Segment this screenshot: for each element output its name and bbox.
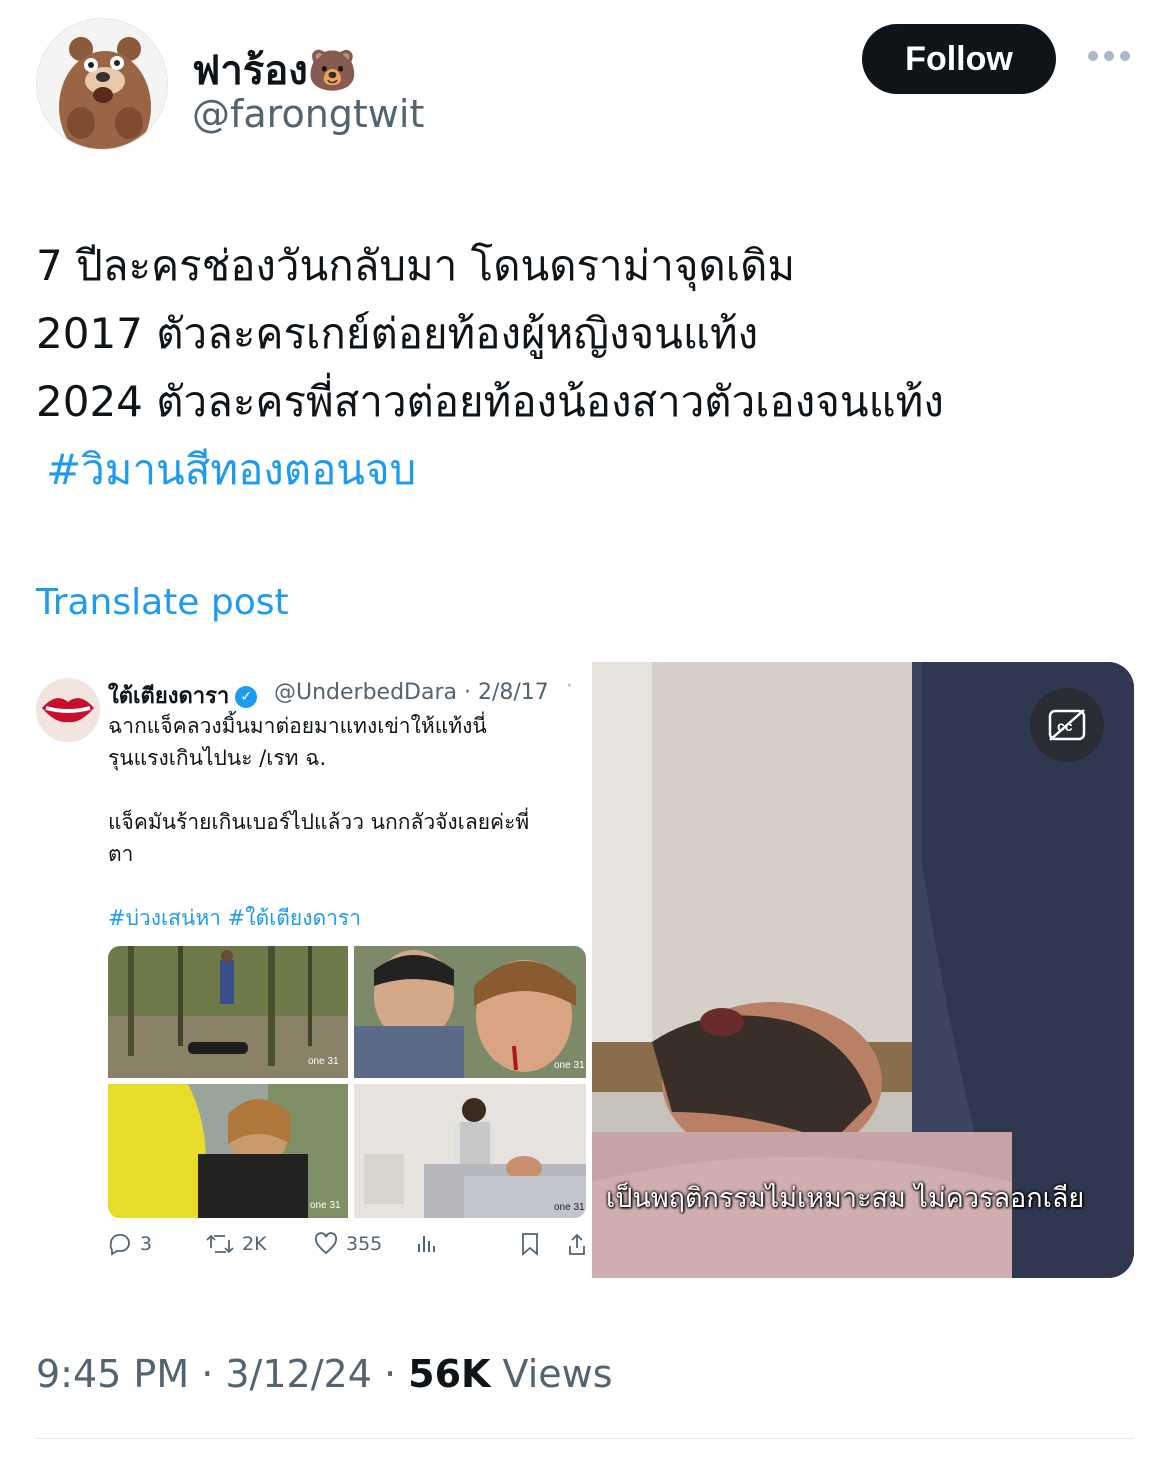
verified-badge-icon: ✓ [235, 686, 258, 708]
tweet-date[interactable]: 3/12/24 [225, 1352, 372, 1396]
quoted-text: ฉากแจ็คลวงมิ้นมาต่อยมาแทงเข่าให้แท้งนี่ … [108, 710, 586, 870]
quoted-line-blank [108, 774, 586, 806]
views-bar-icon [418, 1236, 435, 1252]
closeup-scene-image: one 31 [354, 946, 586, 1078]
tweet-line: 2017 ตัวละครเกย์ต่อยท้องผู้หญิงจนแท้ง [36, 309, 759, 358]
channel-watermark: one 31 [308, 1056, 339, 1067]
share-icon [569, 1233, 585, 1255]
tweet-meta: 9:45 PM · 3/12/24 · 56K Views [36, 1352, 613, 1396]
video-player[interactable]: cc เป็นพฤติกรรมไม่เหมาะสม ไม่ควรลอกเลีย [592, 662, 1134, 1278]
quoted-line: แจ็คมันร้ายเกินเบอร์ไปแล้วว นกกลัวจังเลย… [108, 810, 530, 834]
reply-icon [109, 1234, 130, 1256]
retweet-count: 2K [242, 1233, 267, 1255]
captions-off-icon[interactable]: cc [1030, 688, 1104, 762]
more-dots-icon: · [566, 674, 573, 699]
more-dots-icon[interactable] [1084, 36, 1134, 76]
like-count: 355 [346, 1233, 383, 1255]
tweet-header: ฟาร้อง🐻 @farongtwit Follow [36, 18, 1136, 158]
tweet-hashtag-link[interactable]: #วิมานสีทองตอนจบ [36, 436, 1136, 504]
channel-watermark: one 31 [554, 1202, 585, 1213]
quoted-actions-bar: 3 2K 355 [108, 1232, 586, 1262]
quoted-image-grid: one 31 one 31 one 31 one 31 [108, 946, 586, 1218]
like-icon [314, 1232, 338, 1255]
bookmark-icon [522, 1233, 538, 1256]
tweet-line: 2024 ตัวละครพี่สาวต่อยท้องน้องสาวตัวเองจ… [36, 377, 944, 426]
divider [36, 1438, 1134, 1439]
author-handle[interactable]: @farongtwit [192, 92, 424, 136]
channel-watermark: one 31 [554, 1060, 585, 1071]
tweet-time[interactable]: 9:45 PM [36, 1352, 189, 1396]
video-subtitle: เป็นพฤติกรรมไม่เหมาะสม ไม่ควรลอกเลีย [606, 1183, 1085, 1214]
follow-button[interactable]: Follow [862, 24, 1056, 94]
quoted-handle-date: @UnderbedDara · 2/8/17 [274, 680, 549, 705]
bedroom-scene-image: one 31 [354, 1084, 586, 1218]
quoted-tweet-screenshot[interactable]: ใต้เตียงดารา ✓ @UnderbedDara · 2/8/17 · ฉ… [36, 660, 586, 1280]
quoted-line: ตา [108, 842, 134, 866]
retweet-icon [206, 1234, 234, 1254]
channel-watermark: one 31 [310, 1200, 341, 1211]
tweet-line: 7 ปีละครช่องวันกลับมา โดนดราม่าจุดเดิม [36, 241, 796, 290]
car-scene-image: one 31 [108, 1084, 348, 1218]
bear-avatar-icon[interactable] [36, 18, 168, 150]
quoted-line: รุนแรงเกินไปนะ /เรท ฉ. [108, 746, 327, 770]
meta-separator: · [189, 1352, 226, 1396]
quoted-hashtags: #บ่วงเสน่หา #ใต้เตียงดารา [108, 906, 361, 930]
meta-separator: · [371, 1352, 409, 1396]
forest-scene-image: one 31 [108, 946, 348, 1078]
lips-avatar-icon [36, 678, 100, 742]
views-label: Views [490, 1352, 613, 1396]
views-count: 56K [408, 1352, 491, 1396]
media-attachments: ใต้เตียงดารา ✓ @UnderbedDara · 2/8/17 · ฉ… [36, 660, 1134, 1280]
quoted-author-name: ใต้เตียงดารา [108, 684, 230, 709]
tweet-text: 7 ปีละครช่องวันกลับมา โดนดราม่าจุดเดิม 2… [36, 232, 1136, 504]
translate-post-link[interactable]: Translate post [36, 582, 289, 623]
reply-count: 3 [140, 1233, 153, 1255]
quoted-line: ฉากแจ็คลวงมิ้นมาต่อยมาแทงเข่าให้แท้งนี่ [108, 714, 487, 738]
